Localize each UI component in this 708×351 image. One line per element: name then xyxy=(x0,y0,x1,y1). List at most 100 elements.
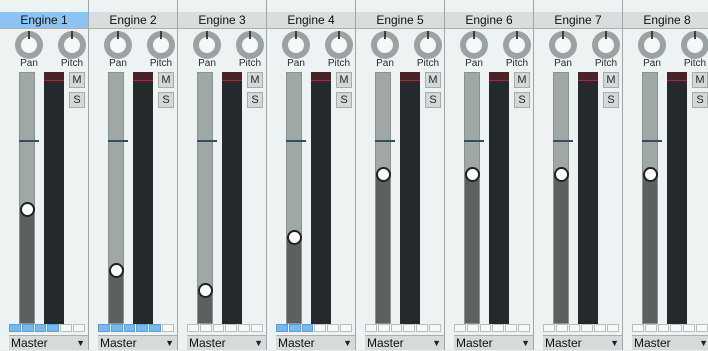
fader-handle[interactable] xyxy=(287,230,302,245)
routing-segment[interactable] xyxy=(632,324,644,332)
routing-segment[interactable] xyxy=(199,324,212,332)
routing-segment[interactable] xyxy=(34,324,47,332)
solo-button[interactable]: S xyxy=(692,92,708,108)
pan-knob-icon[interactable] xyxy=(193,31,221,59)
pan-knob-icon[interactable] xyxy=(282,31,310,59)
routing-segment[interactable] xyxy=(581,324,594,332)
routing-segment[interactable] xyxy=(377,324,390,332)
routing-segment[interactable] xyxy=(301,324,314,332)
mute-button[interactable]: M xyxy=(247,72,263,88)
pan-knob-icon[interactable] xyxy=(638,31,666,59)
solo-button[interactable]: S xyxy=(336,92,352,108)
routing-segment[interactable] xyxy=(670,324,683,332)
volume-fader[interactable] xyxy=(286,72,306,324)
pitch-knob-icon[interactable] xyxy=(325,31,353,59)
pan-knob-icon[interactable] xyxy=(371,31,399,59)
routing-segment[interactable] xyxy=(73,324,85,332)
output-select[interactable]: Master ▼ xyxy=(632,335,708,350)
routing-segment[interactable] xyxy=(60,324,73,332)
fader-handle[interactable] xyxy=(376,167,391,182)
routing-segment[interactable] xyxy=(187,324,199,332)
routing-segment[interactable] xyxy=(98,324,110,332)
strip-title[interactable]: Engine 1 xyxy=(0,12,88,29)
routing-segment[interactable] xyxy=(696,324,708,332)
routing-segment[interactable] xyxy=(466,324,479,332)
solo-button[interactable]: S xyxy=(158,92,174,108)
mute-button[interactable]: M xyxy=(603,72,619,88)
volume-fader[interactable] xyxy=(642,72,662,324)
routing-segment[interactable] xyxy=(607,324,619,332)
strip-title[interactable]: Engine 3 xyxy=(178,12,266,29)
routing-segment[interactable] xyxy=(657,324,670,332)
solo-button[interactable]: S xyxy=(425,92,441,108)
output-select[interactable]: Master ▼ xyxy=(543,335,622,350)
routing-segments[interactable] xyxy=(454,324,530,332)
routing-segments[interactable] xyxy=(98,324,174,332)
volume-fader[interactable] xyxy=(375,72,395,324)
routing-segment[interactable] xyxy=(238,324,251,332)
volume-fader[interactable] xyxy=(108,72,128,324)
strip-title[interactable]: Engine 8 xyxy=(623,12,708,29)
strip-title[interactable]: Engine 5 xyxy=(356,12,444,29)
pan-knob-icon[interactable] xyxy=(15,31,43,59)
routing-segments[interactable] xyxy=(365,324,441,332)
routing-segment[interactable] xyxy=(683,324,696,332)
routing-segments[interactable] xyxy=(632,324,708,332)
routing-segment[interactable] xyxy=(555,324,568,332)
routing-segments[interactable] xyxy=(276,324,352,332)
pitch-knob-icon[interactable] xyxy=(681,31,708,59)
strip-title[interactable]: Engine 2 xyxy=(89,12,177,29)
pitch-knob-icon[interactable] xyxy=(236,31,264,59)
pitch-knob-icon[interactable] xyxy=(414,31,442,59)
mute-button[interactable]: M xyxy=(336,72,352,88)
fader-handle[interactable] xyxy=(465,167,480,182)
solo-button[interactable]: S xyxy=(514,92,530,108)
pitch-knob-icon[interactable] xyxy=(592,31,620,59)
routing-segment[interactable] xyxy=(568,324,581,332)
output-select[interactable]: Master ▼ xyxy=(98,335,177,350)
mute-button[interactable]: M xyxy=(425,72,441,88)
routing-segment[interactable] xyxy=(276,324,288,332)
fader-handle[interactable] xyxy=(198,283,213,298)
routing-segment[interactable] xyxy=(416,324,429,332)
routing-segment[interactable] xyxy=(365,324,377,332)
routing-segment[interactable] xyxy=(644,324,657,332)
routing-segment[interactable] xyxy=(123,324,136,332)
routing-segment[interactable] xyxy=(162,324,174,332)
strip-title[interactable]: Engine 4 xyxy=(267,12,355,29)
pan-knob-icon[interactable] xyxy=(549,31,577,59)
output-select[interactable]: Master ▼ xyxy=(276,335,355,350)
fader-handle[interactable] xyxy=(554,167,569,182)
routing-segment[interactable] xyxy=(251,324,263,332)
fader-handle[interactable] xyxy=(20,202,35,217)
volume-fader[interactable] xyxy=(553,72,573,324)
fader-handle[interactable] xyxy=(109,263,124,278)
routing-segment[interactable] xyxy=(314,324,327,332)
solo-button[interactable]: S xyxy=(247,92,263,108)
routing-segment[interactable] xyxy=(429,324,441,332)
pitch-knob-icon[interactable] xyxy=(58,31,86,59)
routing-segment[interactable] xyxy=(505,324,518,332)
routing-segment[interactable] xyxy=(390,324,403,332)
solo-button[interactable]: S xyxy=(69,92,85,108)
mute-button[interactable]: M xyxy=(692,72,708,88)
mute-button[interactable]: M xyxy=(514,72,530,88)
mute-button[interactable]: M xyxy=(69,72,85,88)
routing-segment[interactable] xyxy=(288,324,301,332)
volume-fader[interactable] xyxy=(197,72,217,324)
routing-segment[interactable] xyxy=(403,324,416,332)
pan-knob-icon[interactable] xyxy=(104,31,132,59)
output-select[interactable]: Master ▼ xyxy=(9,335,88,350)
routing-segment[interactable] xyxy=(47,324,60,332)
routing-segment[interactable] xyxy=(327,324,340,332)
volume-fader[interactable] xyxy=(19,72,39,324)
routing-segment[interactable] xyxy=(212,324,225,332)
routing-segment[interactable] xyxy=(518,324,530,332)
output-select[interactable]: Master ▼ xyxy=(187,335,266,350)
pitch-knob-icon[interactable] xyxy=(503,31,531,59)
routing-segment[interactable] xyxy=(492,324,505,332)
routing-segment[interactable] xyxy=(110,324,123,332)
routing-segment[interactable] xyxy=(594,324,607,332)
routing-segment[interactable] xyxy=(9,324,21,332)
routing-segment[interactable] xyxy=(225,324,238,332)
